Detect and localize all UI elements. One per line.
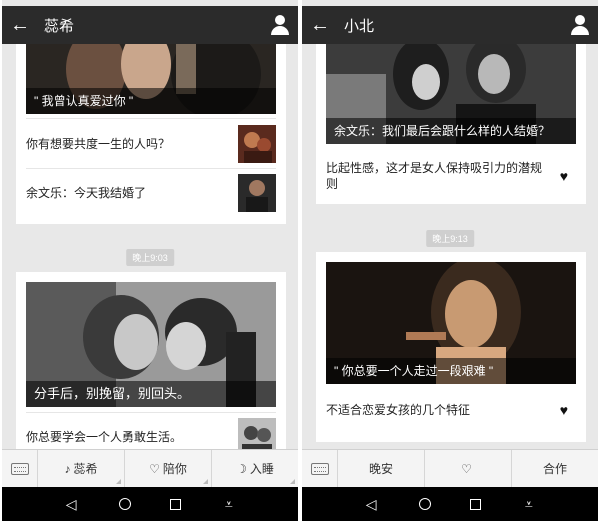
music-note-icon: ♪ [64,461,71,476]
list-item[interactable]: 你有想要共度一生的人吗？ [26,118,276,168]
heart-icon[interactable]: ♥ [552,168,576,184]
nav-menu-icon[interactable]: ⩡ [219,496,239,513]
circle-home-icon[interactable] [419,498,432,510]
menu-button-label: 蕊希 [73,462,98,476]
heart-outline-icon: ♡ [461,461,472,476]
article-cover-caption: " 你总要一个人走过一段艰难 " [326,358,576,384]
menu-button-sleep[interactable]: ☽ 入睡 [212,450,298,487]
circle-home-icon[interactable] [119,498,132,510]
keyboard-toggle-button[interactable] [302,450,338,487]
article-card[interactable]: 余文乐：我们最后会跟什么样的人结婚？ 比起性感，这才是女人保持吸引力的潜规则 ♥ [316,44,586,204]
official-account-menu: 晚安 ♡ 合作 [302,449,598,487]
message-list[interactable]: 余文乐：我们最后会跟什么样的人结婚？ 比起性感，这才是女人保持吸引力的潜规则 ♥… [302,44,598,449]
article-thumbnail [238,173,276,212]
official-account-menu: ♪ 蕊希 ♡ 陪你 ☽ 入睡 [2,449,298,487]
android-nav-bar: ◁ ⩡ [302,487,598,521]
message-list[interactable]: " 我曾认真爱过你 " 你有想要共度一生的人吗？ 余文乐：今天我结婚了 晚上9:… [2,44,298,449]
article-cover-caption: " 我曾认真爱过你 " [26,88,276,114]
list-item[interactable]: 比起性感，这才是女人保持吸引力的潜规则 ♥ [326,152,576,200]
message-timestamp: 晚上9:13 [426,230,474,247]
article-cover-image[interactable]: " 我曾认真爱过你 " [26,44,276,114]
article-card[interactable]: " 你总要一个人走过一段艰难 " 不适合恋爱女孩的几个特征 ♥ [316,252,586,442]
article-card[interactable]: " 我曾认真爱过你 " 你有想要共度一生的人吗？ 余文乐：今天我结婚了 [16,44,286,224]
person-icon[interactable] [564,6,598,44]
article-cover-caption: 分手后，别挽留，别回头。 [26,381,276,407]
chat-header: ← 蕊希 [2,6,298,44]
menu-button-label: 合作 [542,462,567,476]
menu-button-goodnight[interactable]: 晚安 [338,450,425,487]
moon-icon: ☽ [236,461,247,476]
article-cover-image[interactable]: " 你总要一个人走过一段艰难 " [326,262,576,384]
menu-button-accompany[interactable]: ♡ 陪你 [125,450,212,487]
article-title: 比起性感，这才是女人保持吸引力的潜规则 [326,161,543,191]
article-thumbnail [238,124,276,163]
article-title: 不适合恋爱女孩的几个特征 [326,403,471,417]
nav-back-icon[interactable]: ◁ [361,496,381,513]
menu-button-label: 入睡 [249,462,274,476]
list-item[interactable]: 你总要学会一个人勇敢生活。 [26,412,276,449]
person-icon[interactable] [264,6,298,44]
arrow-left-icon[interactable]: ← [302,14,338,37]
arrow-left-icon[interactable]: ← [2,14,38,37]
article-thumbnail [238,417,276,449]
heart-icon[interactable]: ♥ [552,402,576,418]
menu-button-ruixi[interactable]: ♪ 蕊希 [38,450,125,487]
article-title: 你总要学会一个人勇敢生活。 [26,429,183,444]
article-card[interactable]: 分手后，别挽留，别回头。 你总要学会一个人勇敢生活。 [16,272,286,449]
article-title: 你有想要共度一生的人吗？ [26,136,171,151]
android-nav-bar: ◁ ⩡ [2,487,298,521]
list-item[interactable]: 不适合恋爱女孩的几个特征 ♥ [326,388,576,432]
menu-button-label: 晚安 [368,462,393,476]
article-cover-caption: 余文乐：我们最后会跟什么样的人结婚？ [326,118,576,144]
square-recent-icon[interactable] [169,498,181,510]
square-recent-icon[interactable] [469,498,481,510]
keyboard-icon [10,462,29,475]
menu-button-label: 陪你 [162,462,187,476]
chat-title: 蕊希 [44,17,75,35]
right-phone-screen: ← 小北 余文乐：我们最后会跟什么样的人结婚？ 比起性感，这才是女人保持吸引力的… [302,0,598,521]
article-cover-image[interactable]: 余文乐：我们最后会跟什么样的人结婚？ [326,44,576,144]
chat-title: 小北 [344,17,375,35]
menu-button-heart[interactable]: ♡ [425,450,512,487]
message-timestamp: 晚上9:03 [126,249,174,266]
nav-menu-icon[interactable]: ⩡ [519,496,539,513]
article-cover-image[interactable]: 分手后，别挽留，别回头。 [26,282,276,407]
menu-button-cooperation[interactable]: 合作 [512,450,598,487]
list-item[interactable]: 余文乐：今天我结婚了 [26,168,276,216]
chat-header: ← 小北 [302,6,598,44]
keyboard-icon [310,462,329,475]
left-phone-screen: ← 蕊希 " 我曾认真爱过你 " 你有想要共度一生的人吗？ 余文乐：今天我结婚了… [2,0,298,521]
nav-back-icon[interactable]: ◁ [61,496,81,513]
article-title: 余文乐：今天我结婚了 [26,185,147,200]
heart-outline-icon: ♡ [149,461,160,476]
keyboard-toggle-button[interactable] [2,450,38,487]
